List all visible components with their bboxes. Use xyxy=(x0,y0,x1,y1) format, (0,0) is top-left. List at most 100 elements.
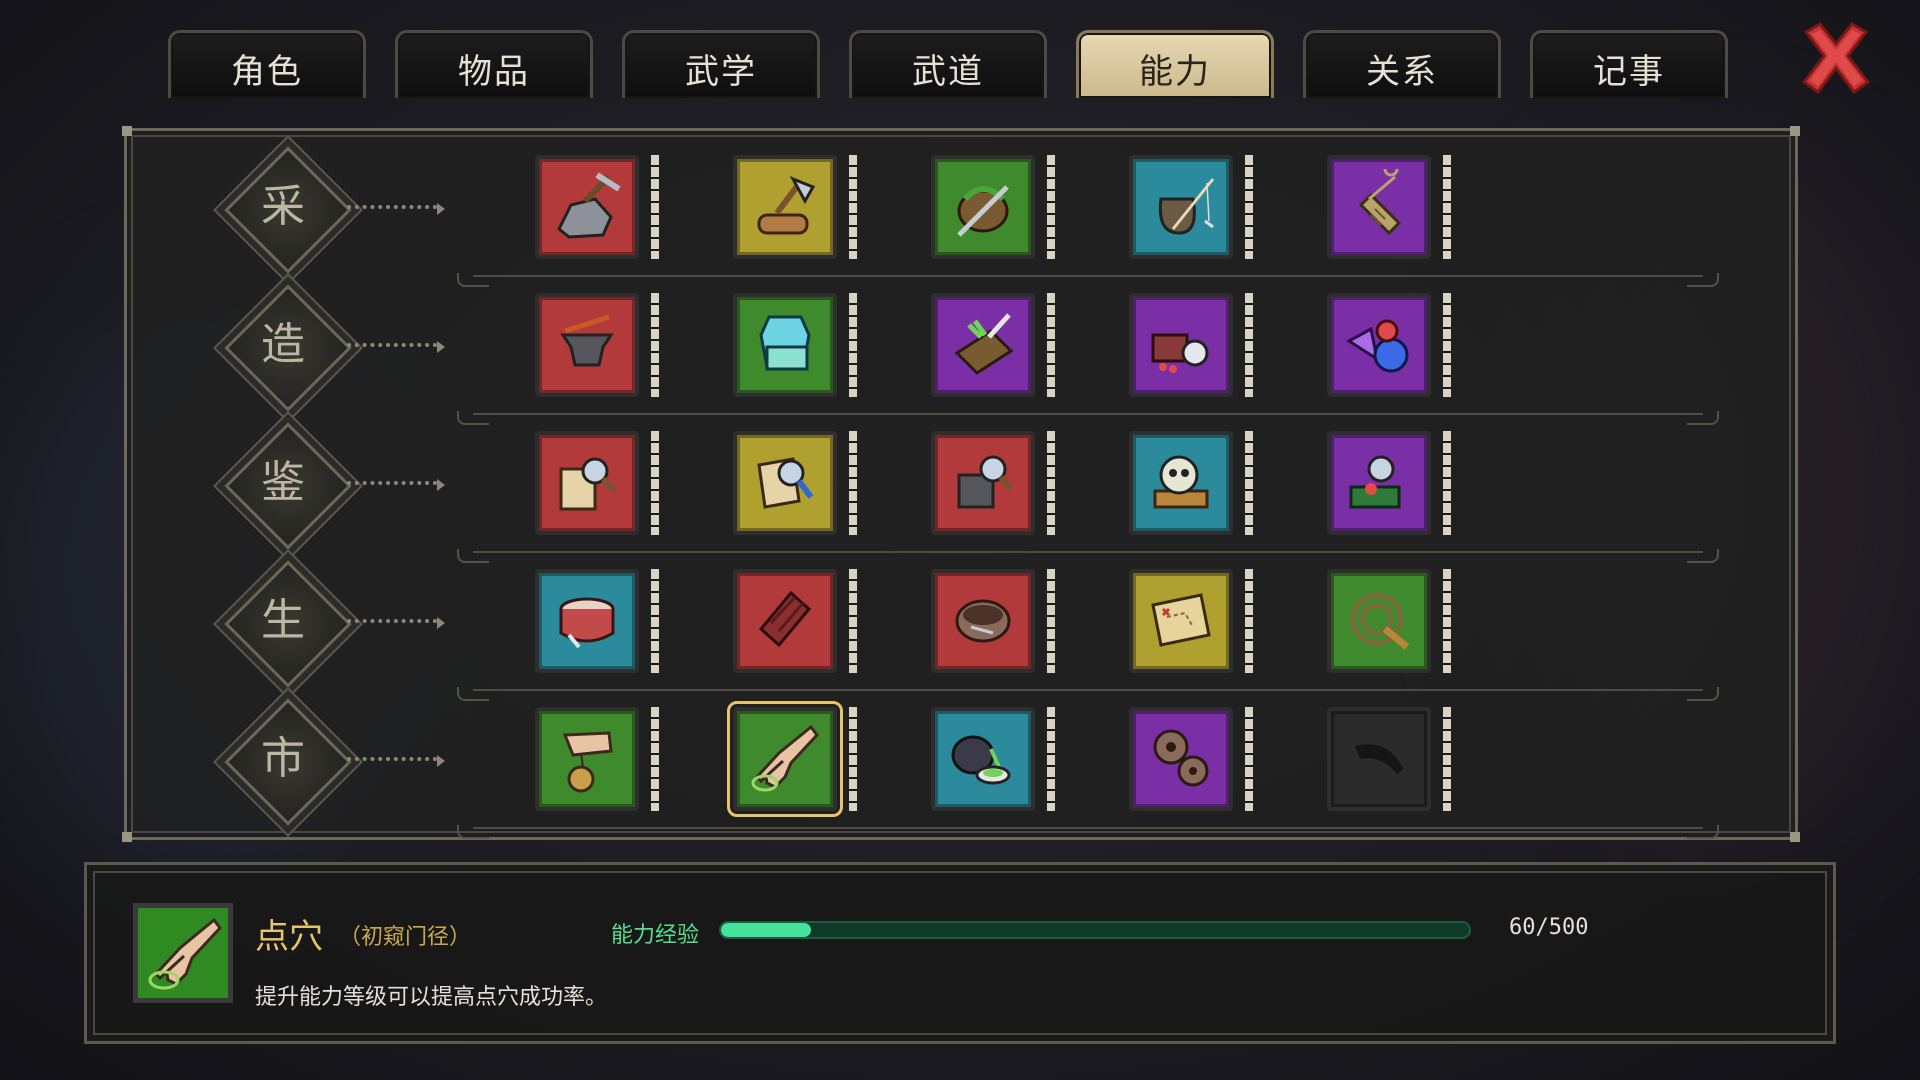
category-label: 生 xyxy=(261,595,305,646)
ability-slot[interactable] xyxy=(931,293,1035,397)
ability-level-gauge xyxy=(849,431,857,535)
ability-level-gauge xyxy=(651,293,659,397)
row-divider xyxy=(473,275,1703,277)
ability-grid-panel: 采造鉴生市 xyxy=(122,126,1800,842)
ability-slot[interactable] xyxy=(931,707,1035,811)
divider-ornament xyxy=(457,549,489,563)
close-x-icon xyxy=(1801,22,1871,95)
tab-3[interactable]: 武学 xyxy=(622,30,820,98)
ability-slot[interactable] xyxy=(733,293,837,397)
tab-7[interactable]: 记事 xyxy=(1530,30,1728,98)
row-divider xyxy=(473,413,1703,415)
ability-slot[interactable] xyxy=(733,155,837,259)
alchemy-jewelry-box-icon xyxy=(1151,333,1209,373)
net-catching-icon xyxy=(1358,169,1402,236)
category-connector xyxy=(347,343,437,351)
ability-level-gauge xyxy=(849,293,857,397)
ability-slot[interactable] xyxy=(1129,569,1233,673)
ability-slot[interactable] xyxy=(535,155,639,259)
category-label: 鉴 xyxy=(261,457,305,508)
ability-level-gauge xyxy=(651,155,659,259)
ability-slot[interactable] xyxy=(1327,293,1431,397)
gem-appraise-icon xyxy=(1349,455,1401,509)
ability-detail-panel: 点穴 （初窥门径） 提升能力等级可以提高点穴成功率。 能力经验 60/500 xyxy=(84,862,1836,1044)
category-label: 市 xyxy=(261,733,305,784)
tab-2[interactable]: 物品 xyxy=(395,30,593,98)
tab-1[interactable]: 角色 xyxy=(168,30,366,98)
ability-level-gauge xyxy=(849,155,857,259)
ability-level-gauge xyxy=(651,569,659,673)
ability-slot[interactable] xyxy=(931,155,1035,259)
ability-slot[interactable] xyxy=(727,701,843,817)
ability-level-gauge xyxy=(849,707,857,811)
fishing-rod-jar-icon xyxy=(1158,178,1215,235)
ability-name: 点穴 xyxy=(255,917,323,957)
ability-level-gauge xyxy=(1443,569,1451,673)
ability-level-gauge xyxy=(1245,431,1253,535)
gem-crafting-icon xyxy=(1346,319,1409,373)
connector-arrow-icon xyxy=(437,617,445,629)
divider-ornament xyxy=(1687,825,1719,839)
ability-level-gauge xyxy=(1443,155,1451,259)
ability-slot[interactable] xyxy=(535,569,639,673)
pointing-finger-icon xyxy=(148,917,222,990)
row-divider xyxy=(473,551,1703,553)
ability-level-gauge xyxy=(1443,293,1451,397)
category-label: 造 xyxy=(261,319,305,370)
ability-level-gauge xyxy=(651,431,659,535)
ability-slot[interactable] xyxy=(1327,569,1431,673)
ability-slot[interactable] xyxy=(1129,431,1233,535)
divider-ornament xyxy=(457,825,489,839)
mining-pickaxe-rock-icon xyxy=(557,172,621,239)
ability-slot[interactable] xyxy=(535,293,639,397)
close-button[interactable] xyxy=(1796,18,1876,98)
ability-level-gauge xyxy=(1245,155,1253,259)
ability-slot[interactable] xyxy=(733,569,837,673)
ability-slot[interactable] xyxy=(535,707,639,811)
ability-slot[interactable] xyxy=(1129,293,1233,397)
ability-slot[interactable] xyxy=(931,431,1035,535)
selected-ability-icon xyxy=(133,903,233,1003)
ability-slot[interactable] xyxy=(1129,707,1233,811)
ability-slot[interactable] xyxy=(535,431,639,535)
ability-slot[interactable] xyxy=(1327,707,1431,811)
horn-locked-icon xyxy=(1351,741,1407,780)
category-connector xyxy=(347,757,437,765)
tab-4[interactable]: 武道 xyxy=(849,30,1047,98)
ability-level-gauge xyxy=(651,707,659,811)
book-appraise-icon xyxy=(757,457,814,509)
whip-rope-icon xyxy=(1350,592,1410,650)
ability-level-gauge xyxy=(1047,155,1055,259)
teapot-cup-icon xyxy=(951,735,1011,785)
ability-level-gauge xyxy=(1245,707,1253,811)
row-divider xyxy=(473,827,1703,829)
ability-level-gauge xyxy=(1245,569,1253,673)
bowl-icon xyxy=(955,599,1011,643)
ability-level-gauge xyxy=(1047,569,1055,673)
chocolate-bar-icon xyxy=(758,590,812,648)
ability-slot[interactable] xyxy=(931,569,1035,673)
ability-slot[interactable] xyxy=(1129,155,1233,259)
divider-ornament xyxy=(1687,549,1719,563)
divider-ornament xyxy=(457,273,489,287)
ability-slot[interactable] xyxy=(733,431,837,535)
divider-ornament xyxy=(457,687,489,701)
divider-ornament xyxy=(1687,273,1719,287)
herb-basket-sickle-icon xyxy=(957,185,1009,237)
tab-5[interactable]: 能力 xyxy=(1076,30,1274,98)
connector-arrow-icon xyxy=(437,203,445,215)
ability-description: 提升能力等级可以提高点穴成功率。 xyxy=(255,985,608,1010)
skull-appraise-icon xyxy=(1153,455,1209,509)
tab-6[interactable]: 关系 xyxy=(1303,30,1501,98)
category-label: 采 xyxy=(261,181,305,232)
category-connector xyxy=(347,619,437,627)
divider-ornament xyxy=(1687,687,1719,701)
ability-level-gauge xyxy=(1245,293,1253,397)
drum-icon xyxy=(559,597,615,649)
ability-rank: （初窥门径） xyxy=(339,925,472,950)
ability-slot[interactable] xyxy=(1327,155,1431,259)
ability-level-gauge xyxy=(1047,293,1055,397)
ability-slot[interactable] xyxy=(1327,431,1431,535)
treasure-map-icon xyxy=(1151,593,1211,647)
forging-anvil-icon xyxy=(560,314,614,367)
